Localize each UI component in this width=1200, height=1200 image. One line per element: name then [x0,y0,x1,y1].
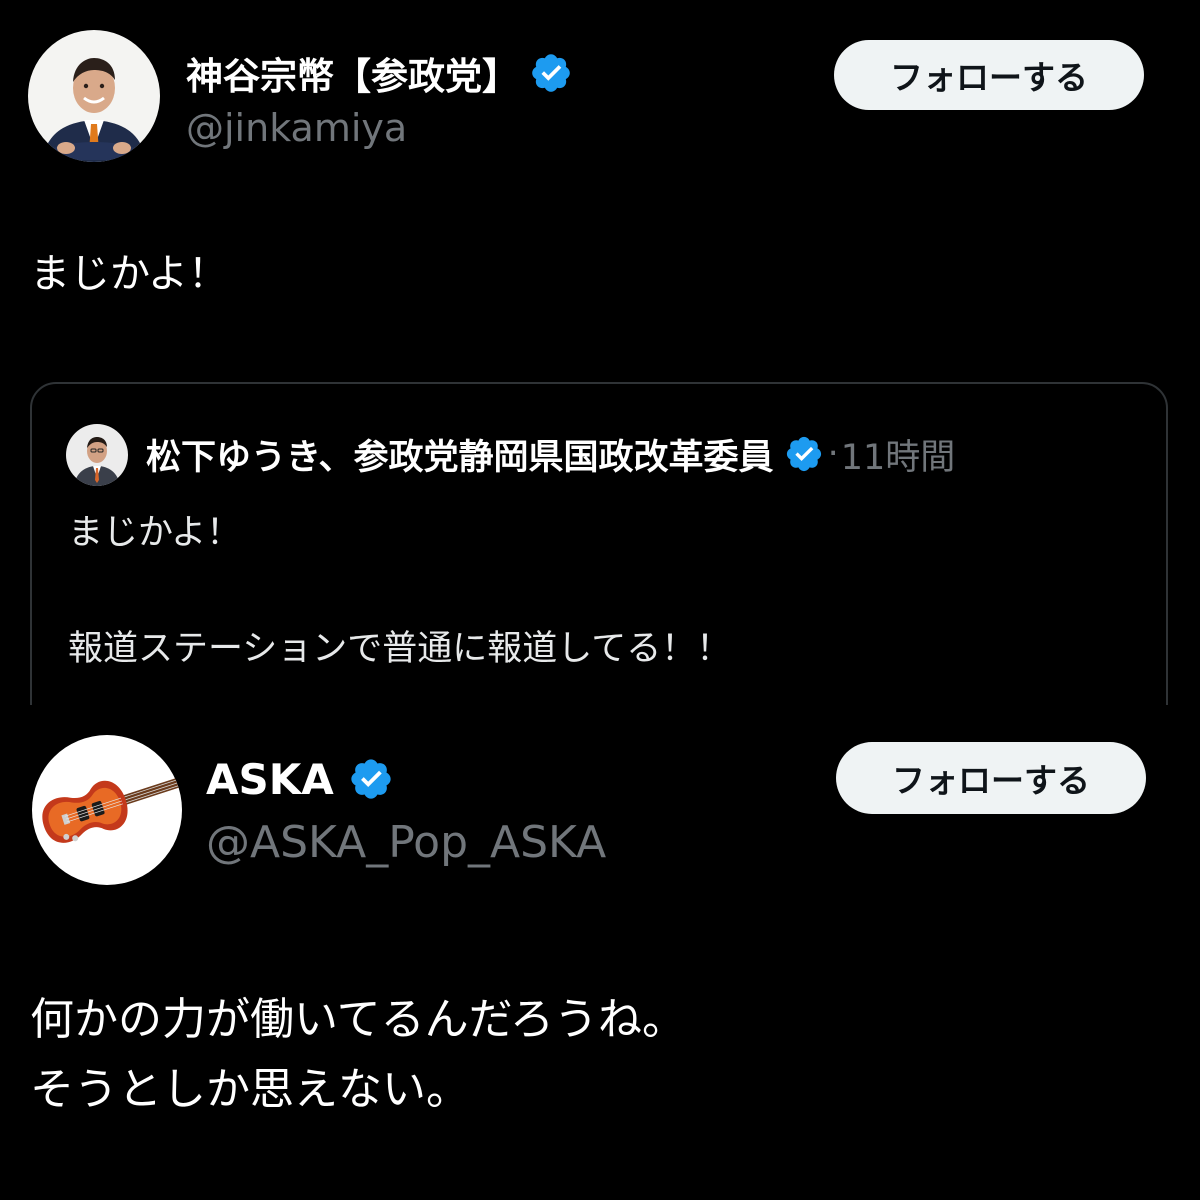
quoted-tweet[interactable]: 松下ゆうき、参政党静岡県国政改革委員 · 11時間 まじかよ！ 報道ステーション… [30,382,1168,742]
author-avatar[interactable] [28,30,160,162]
author-display-name[interactable]: ASKA [206,755,334,804]
quoted-author-display-name[interactable]: 松下ゆうき、参政党静岡県国政改革委員 [146,429,774,480]
quoted-timestamp[interactable]: 11時間 [841,429,956,480]
verified-badge-icon [784,434,824,474]
tweet-jinkamiya[interactable]: 神谷宗幣【参政党】 @jinkamiya フォローする まじかよ！ 松下ゆうき、… [0,0,1200,742]
tweet-text: まじかよ！ [30,251,228,297]
author-display-name[interactable]: 神谷宗幣【参政党】 [186,46,519,100]
tweet-text: 何かの力が働いてるんだろうね。 そうとしか思えない。 [30,994,687,1115]
avatar-violin-bass-guitar-icon [32,735,182,885]
quoted-tweet-text: まじかよ！ 報道ステーションで普通に報道してる！！ [68,513,732,669]
author-handle[interactable]: @ASKA_Pop_ASKA [206,815,606,871]
verified-badge-icon [529,51,573,95]
meta-separator: · [827,434,839,474]
follow-button[interactable]: フォローする [836,742,1146,814]
quoted-author-name-row[interactable]: 松下ゆうき、参政党静岡県国政改革委員 · 11時間 [146,430,955,478]
tweet-aska[interactable]: ASKA @ASKA_Pop_ASKA フォローする 何かの力が働いてるんだろう… [0,705,1200,1200]
author-name-row[interactable]: ASKA [206,753,394,805]
avatar-photo-man-in-suit-icon [28,30,160,162]
follow-button[interactable]: フォローする [834,40,1144,110]
author-avatar[interactable] [32,735,182,885]
author-handle[interactable]: @jinkamiya [186,104,407,152]
avatar-photo-man-in-suit-icon [66,424,128,486]
author-name-row[interactable]: 神谷宗幣【参政党】 [186,48,573,98]
verified-badge-icon [348,756,394,802]
quoted-author-avatar[interactable] [66,424,128,486]
